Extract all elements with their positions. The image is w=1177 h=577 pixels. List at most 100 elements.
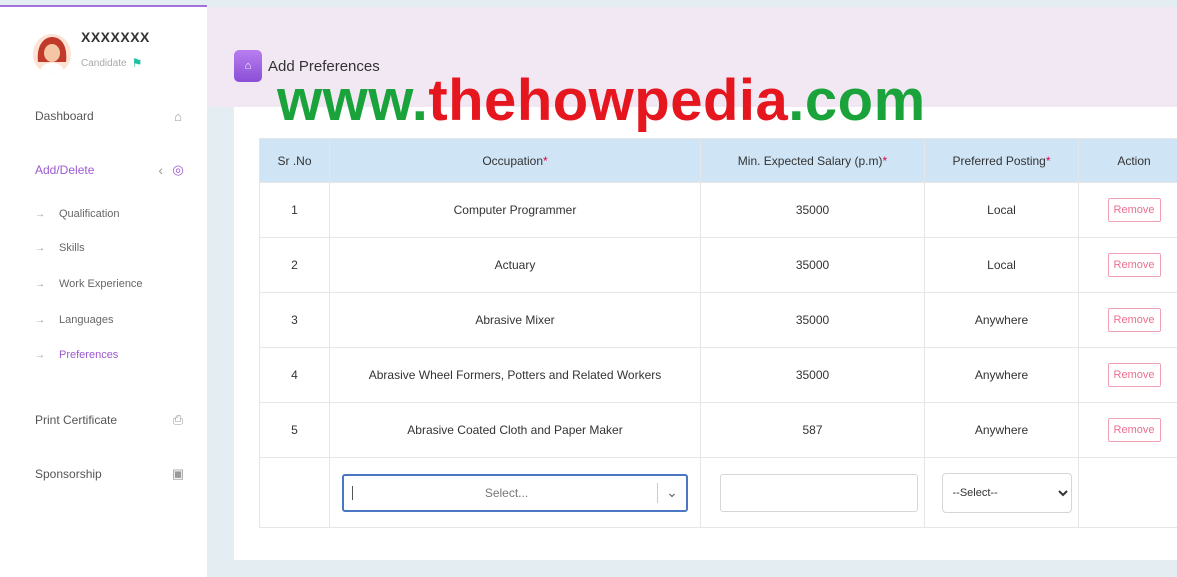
target-icon: ◎: [172, 162, 184, 177]
watermark-text: www.thehowpedia.com: [277, 72, 926, 130]
preferences-table: Sr .No Occupation* Min. Expected Salary …: [259, 138, 1177, 528]
cell-occupation: Abrasive Coated Cloth and Paper Maker: [329, 402, 701, 458]
cell-posting: --Select--: [924, 457, 1079, 528]
cell-sr-no: 2: [259, 237, 330, 293]
home-icon: ⌂: [174, 108, 182, 124]
sidebar-subitem-label: Preferences: [59, 349, 119, 361]
home-icon: ⌂: [234, 50, 262, 82]
cell-action: [1078, 457, 1177, 528]
cell-salary: [700, 457, 925, 528]
remove-button[interactable]: Remove: [1107, 418, 1161, 442]
watermark-part: .com: [788, 68, 926, 133]
cell-occupation: Actuary: [329, 237, 701, 293]
cell-sr-no: 3: [259, 292, 330, 348]
sidebar-item-add-delete[interactable]: Add/Delete ‹ ◎: [35, 160, 185, 180]
cell-sr-no: 1: [259, 182, 330, 238]
new-preference-row: Select... ⌄ --Select--: [259, 457, 1177, 528]
occupation-select[interactable]: Select... ⌄: [342, 473, 688, 512]
cell-sr-no: 5: [259, 402, 330, 458]
remove-button[interactable]: Remove: [1107, 363, 1161, 387]
sidebar-subitem-label: Languages: [59, 314, 114, 326]
chevron-down-icon[interactable]: ⌄: [658, 484, 686, 501]
posting-select[interactable]: --Select--: [941, 472, 1072, 513]
user-role-label: Candidate: [81, 57, 127, 69]
cell-action: Remove: [1078, 237, 1177, 293]
sidebar-subitem-label: Skills: [59, 242, 85, 254]
sidebar-subitem-preferences[interactable]: → Preferences: [35, 347, 118, 363]
sidebar-subitem-label: Work Experience: [59, 278, 143, 290]
column-header-posting: Preferred Posting*: [924, 138, 1079, 183]
column-header-label: Sr .No: [277, 153, 312, 168]
sidebar-item-print-certificate[interactable]: Print Certificate ⎙: [35, 410, 185, 430]
cell-posting: Anywhere: [924, 402, 1079, 458]
sidebar-item-sponsorship[interactable]: Sponsorship ▣: [35, 464, 185, 484]
column-header-label: Min. Expected Salary (p.m): [737, 153, 883, 168]
sidebar-item-label: Dashboard: [35, 109, 94, 123]
column-header-sr-no: Sr .No: [259, 138, 330, 183]
arrow-right-icon: →: [35, 208, 45, 220]
cell-action: Remove: [1078, 182, 1177, 238]
column-header-label: Preferred Posting: [952, 153, 1046, 168]
column-header-label: Occupation: [482, 153, 544, 168]
sidebar-item-dashboard[interactable]: Dashboard ⌂: [35, 106, 185, 126]
cell-sr-no: [259, 457, 330, 528]
arrow-right-icon: →: [35, 242, 45, 254]
badge-icon: ▣: [171, 466, 185, 481]
cell-action: Remove: [1078, 402, 1177, 458]
column-header-salary: Min. Expected Salary (p.m)*: [700, 138, 925, 183]
required-marker: *: [882, 153, 888, 168]
occupation-select-placeholder: Select...: [484, 485, 529, 500]
cell-occupation: Computer Programmer: [329, 182, 701, 238]
text-cursor: [352, 485, 353, 500]
user-name: XXXXXXX: [81, 29, 150, 45]
table-row: 2 Actuary 35000 Local Remove: [259, 237, 1177, 293]
cell-salary: 35000: [700, 292, 925, 348]
avatar-image: [33, 34, 71, 74]
cell-posting: Anywhere: [924, 347, 1079, 403]
user-role: Candidate ⚑: [81, 57, 142, 69]
cell-salary: 587: [700, 402, 925, 458]
cell-occupation: Select... ⌄: [329, 457, 701, 528]
avatar: [33, 34, 71, 74]
column-header-action: Action: [1078, 138, 1177, 183]
cell-posting: Anywhere: [924, 292, 1079, 348]
arrow-right-icon: →: [35, 349, 45, 361]
required-marker: *: [543, 153, 548, 168]
cell-occupation: Abrasive Mixer: [329, 292, 701, 348]
required-marker: *: [1045, 153, 1051, 168]
sidebar-item-label: Sponsorship: [35, 467, 102, 481]
cell-salary: 35000: [700, 347, 925, 403]
cell-occupation: Abrasive Wheel Formers, Potters and Rela…: [329, 347, 701, 403]
sidebar-item-label: Print Certificate: [35, 413, 118, 427]
cell-posting: Local: [924, 182, 1079, 238]
salary-input[interactable]: [719, 473, 918, 512]
table-row: 3 Abrasive Mixer 35000 Anywhere Remove: [259, 292, 1177, 348]
sidebar-item-label: Add/Delete: [35, 163, 95, 177]
sidebar-subitem-skills[interactable]: → Skills: [35, 240, 85, 256]
sidebar-subitem-work-experience[interactable]: → Work Experience: [35, 276, 143, 292]
cell-salary: 35000: [700, 237, 925, 293]
column-header-occupation: Occupation*: [329, 138, 701, 183]
column-header-label: Action: [1117, 153, 1151, 168]
table-row: 5 Abrasive Coated Cloth and Paper Maker …: [259, 402, 1177, 458]
watermark-part: thehowpedia: [428, 68, 789, 133]
table-header-row: Sr .No Occupation* Min. Expected Salary …: [259, 138, 1177, 183]
sidebar-subitem-label: Qualification: [59, 208, 120, 220]
watermark-part: www.: [277, 68, 429, 133]
remove-button[interactable]: Remove: [1107, 198, 1161, 222]
sidebar: XXXXXXX Candidate ⚑ Dashboard ⌂ Add/Dele…: [0, 7, 207, 577]
table-row: 4 Abrasive Wheel Formers, Potters and Re…: [259, 347, 1177, 403]
cell-salary: 35000: [700, 182, 925, 238]
printer-icon: ⎙: [172, 412, 184, 427]
remove-button[interactable]: Remove: [1107, 253, 1161, 277]
remove-button[interactable]: Remove: [1107, 308, 1161, 332]
table-row: 1 Computer Programmer 35000 Local Remove: [259, 182, 1177, 238]
sidebar-subitem-qualification[interactable]: → Qualification: [35, 206, 120, 222]
arrow-right-icon: →: [35, 314, 45, 326]
sidebar-subitem-languages[interactable]: → Languages: [35, 312, 113, 328]
chevron-left-icon: ‹: [158, 162, 163, 178]
verified-badge-icon: ⚑: [131, 56, 143, 70]
arrow-right-icon: →: [35, 278, 45, 290]
cell-sr-no: 4: [259, 347, 330, 403]
cell-action: Remove: [1078, 347, 1177, 403]
